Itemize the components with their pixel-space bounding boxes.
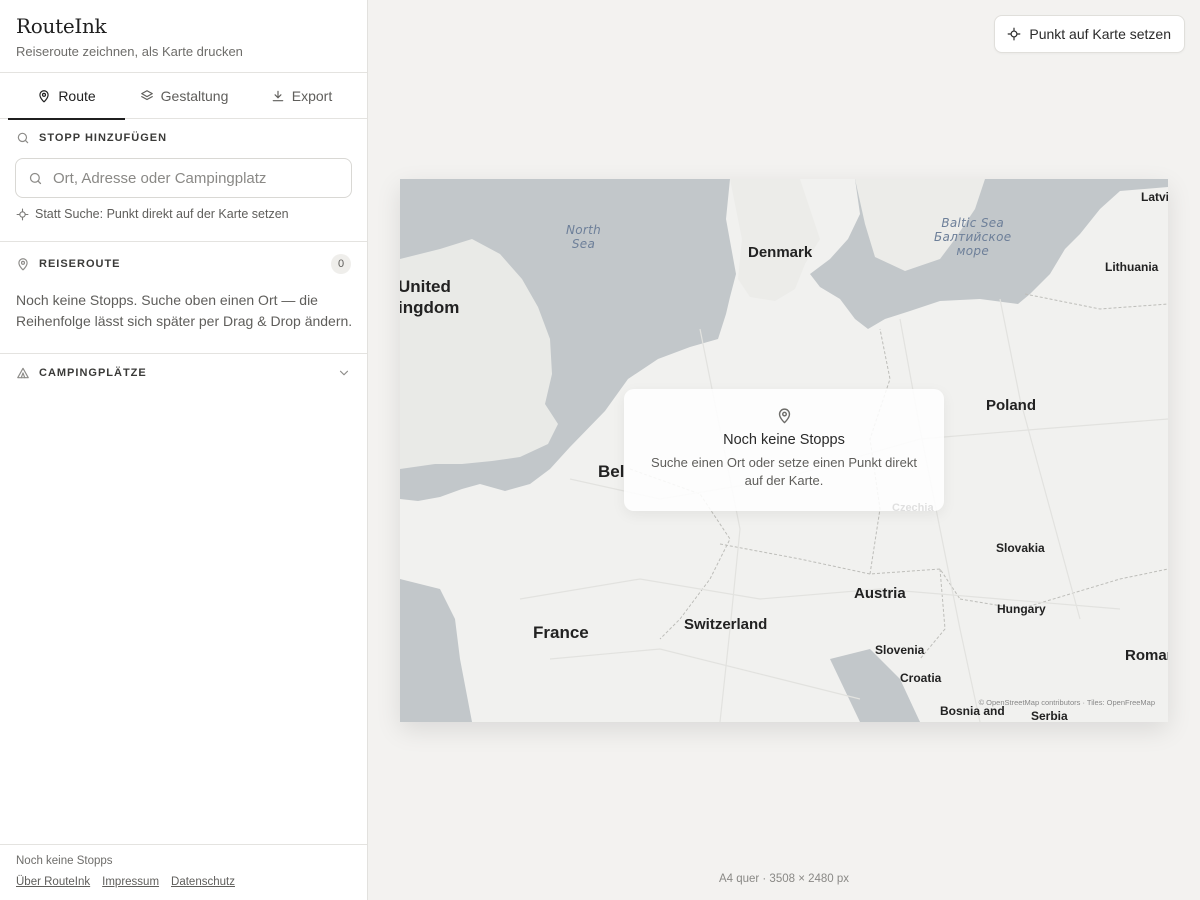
tab-route[interactable]: Route: [8, 73, 125, 120]
map-label: France: [533, 623, 589, 642]
map-label: Slovakia: [996, 541, 1045, 555]
itinerary-heading: REISEROUTE 0: [16, 254, 351, 274]
sidebar: RouteInk Reiseroute zeichnen, als Karte …: [0, 0, 368, 900]
itinerary-empty-text: Noch keine Stopps. Suche oben einen Ort …: [16, 292, 353, 329]
tab-export[interactable]: Export: [243, 73, 360, 119]
layers-icon: [140, 90, 153, 101]
map-label: Croatia: [900, 671, 942, 685]
link-impressum[interactable]: Impressum: [102, 876, 159, 888]
divider: [0, 241, 367, 242]
sea-label-north: North Sea: [566, 223, 601, 251]
map-label: Roman: [1125, 647, 1168, 664]
map-label: Latvi: [1141, 190, 1168, 204]
baltic-sea-text: Baltic Sea Балтийское море: [934, 216, 1012, 258]
divider: [0, 353, 367, 354]
tab-gestaltung[interactable]: Gestaltung: [125, 73, 243, 119]
map-empty-state: Noch keine Stopps Suche einen Ort oder s…: [624, 389, 944, 511]
search-icon: [29, 172, 42, 184]
search-icon: [17, 132, 29, 144]
north-sea-text: North Sea: [566, 223, 602, 251]
crosshair-icon: [16, 208, 29, 220]
map-pin-icon: [18, 258, 28, 271]
search-field[interactable]: [15, 158, 352, 198]
map-label: Serbia: [1031, 709, 1068, 722]
map-label: ingdom: [400, 298, 460, 317]
stop-count-badge: 0: [331, 254, 351, 274]
map-pin-icon: [778, 408, 790, 424]
place-point-button[interactable]: Punkt auf Karte setzen: [994, 15, 1185, 53]
map-label: Denmark: [748, 244, 813, 261]
map-label: Bel: [598, 462, 625, 481]
app-title: RouteInk: [16, 14, 107, 38]
tent-icon: [17, 367, 29, 379]
map-attribution: © OpenStreetMap contributors · Tiles: Op…: [978, 698, 1155, 707]
map-label: Austria: [854, 585, 906, 602]
footer-status: Noch keine Stopps: [16, 855, 113, 867]
sea-label-baltic: Baltic Sea Балтийское море: [934, 216, 1011, 258]
sidebar-footer: Noch keine Stopps Über RouteInk Impressu…: [0, 844, 367, 900]
footer-links: Über RouteInk Impressum Datenschutz: [16, 876, 351, 888]
chevron-down-icon: [339, 370, 349, 376]
tab-gestaltung-label: Gestaltung: [160, 88, 229, 104]
map-label: United: [400, 277, 451, 296]
tab-export-label: Export: [291, 88, 333, 104]
link-privacy[interactable]: Datenschutz: [171, 876, 235, 888]
search-input[interactable]: [53, 169, 333, 187]
itinerary-heading-label: REISEROUTE: [39, 258, 121, 270]
add-stop-heading-label: STOPP HINZUFÜGEN: [39, 132, 168, 144]
map-label: Lithuania: [1105, 260, 1159, 274]
map-pin-icon: [39, 90, 49, 103]
place-point-button-label: Punkt auf Karte setzen: [1029, 26, 1171, 42]
tab-route-label: Route: [58, 88, 96, 104]
crosshair-icon: [1007, 27, 1021, 41]
tab-bar: Route Gestaltung Export: [0, 73, 367, 120]
link-about[interactable]: Über RouteInk: [16, 876, 90, 888]
brand-header: RouteInk Reiseroute zeichnen, als Karte …: [0, 0, 367, 73]
add-stop-heading: STOPP HINZUFÜGEN: [16, 131, 351, 145]
map-label: Switzerland: [684, 616, 768, 633]
app-tagline: Reiseroute zeichnen, als Karte drucken: [16, 44, 243, 59]
campsites-section-toggle[interactable]: CAMPINGPLÄTZE: [16, 366, 351, 380]
place-on-map-hint[interactable]: Statt Suche: Punkt direkt auf der Karte …: [16, 207, 289, 221]
download-icon: [272, 90, 284, 102]
map-preview[interactable]: North Sea Baltic Sea Балтийское море Lat…: [400, 179, 1168, 722]
empty-state-title: Noch keine Stopps: [723, 432, 845, 448]
campsites-heading-label: CAMPINGPLÄTZE: [39, 367, 147, 379]
map-label: Poland: [986, 397, 1037, 414]
format-label: A4 quer · 3508 × 2480 px: [718, 873, 850, 885]
map-label: Hungary: [997, 602, 1046, 616]
empty-state-text: Suche einen Ort oder setze einen Punkt d…: [651, 455, 917, 488]
map-label: Slovenia: [875, 643, 925, 657]
place-on-map-hint-label: Statt Suche: Punkt direkt auf der Karte …: [35, 207, 289, 221]
